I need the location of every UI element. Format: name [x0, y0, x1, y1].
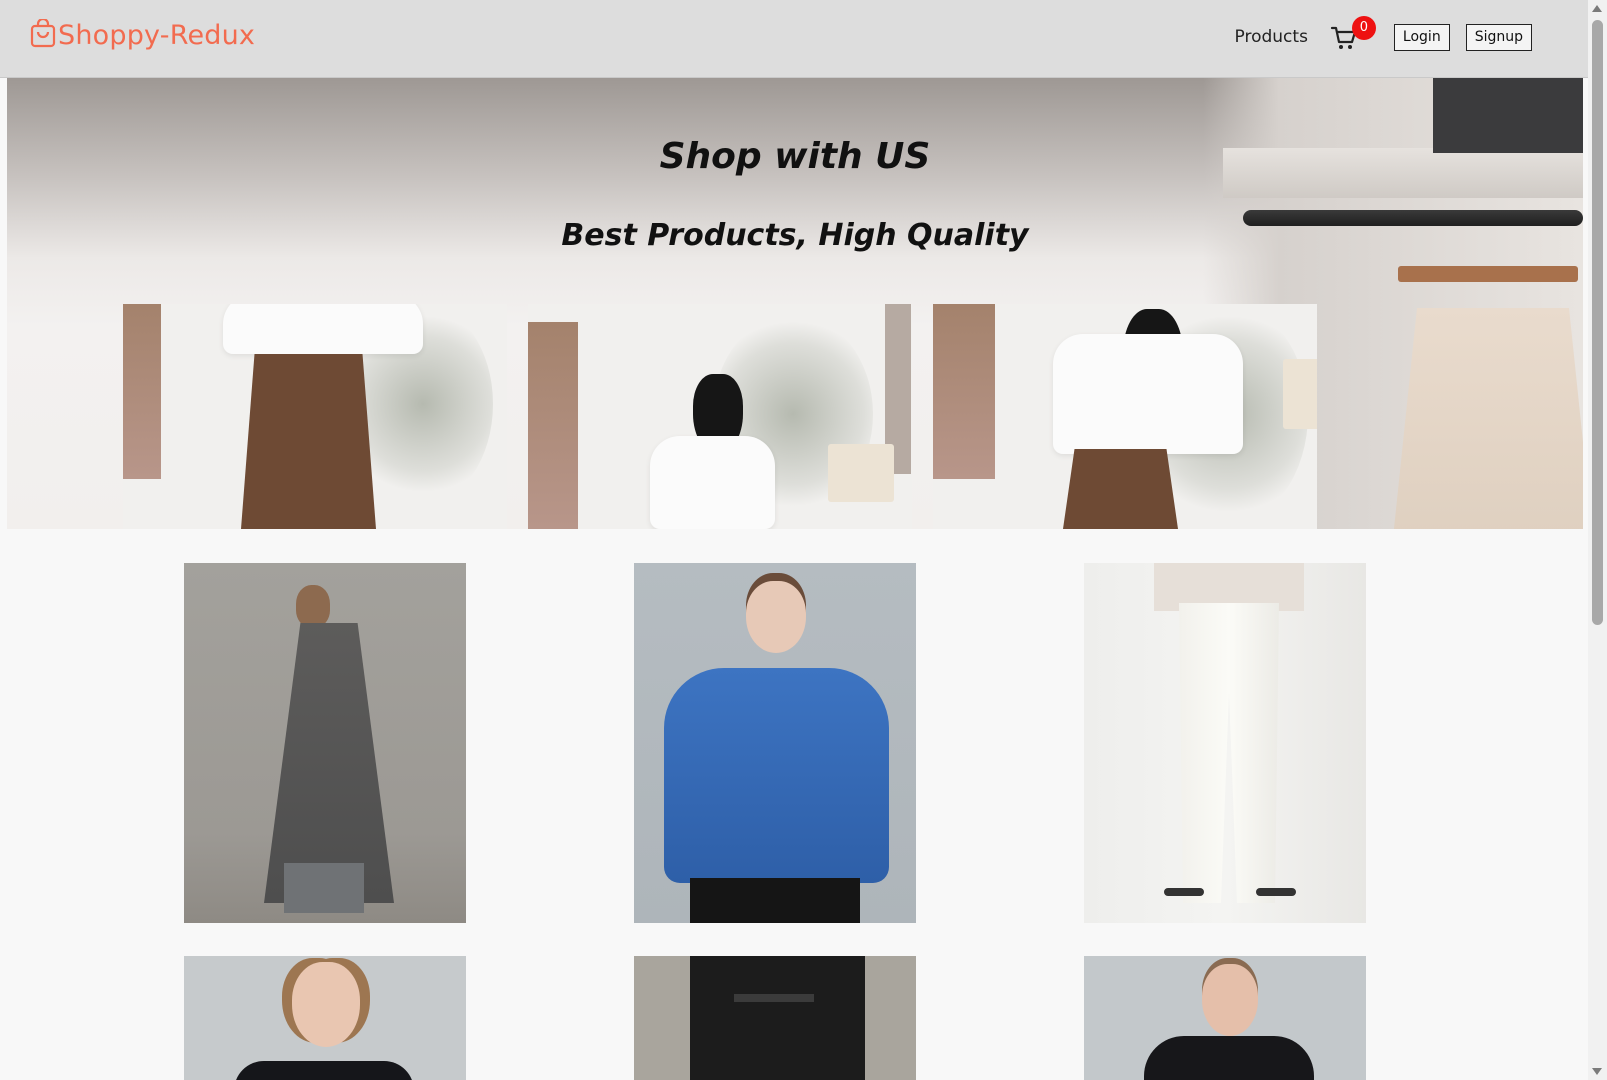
- product-card-image[interactable]: [184, 563, 466, 923]
- login-button[interactable]: Login: [1393, 23, 1450, 51]
- nav-menu: Products 0 Login Signup: [1235, 16, 1532, 52]
- nav-products-link[interactable]: Products: [1235, 27, 1308, 47]
- scroll-down-arrow-icon[interactable]: [1592, 1068, 1602, 1075]
- navbar: Shoppy-Redux Products 0 Login Signup: [0, 0, 1588, 78]
- page-scrollbar[interactable]: [1588, 0, 1607, 1080]
- hero-banner: Shop with US Best Products, High Quality: [7, 78, 1583, 529]
- product-card-image[interactable]: [1084, 563, 1366, 923]
- scroll-up-arrow-icon[interactable]: [1592, 5, 1602, 12]
- shopping-bag-icon: [30, 19, 56, 48]
- cart-button[interactable]: 0: [1330, 16, 1376, 52]
- product-card-image[interactable]: [184, 956, 466, 1080]
- hero-image-3: [933, 304, 1317, 529]
- scroll-thumb[interactable]: [1592, 20, 1603, 625]
- hero-subtitle: Best Products, High Quality: [561, 218, 1029, 253]
- hero-image-2: [528, 304, 912, 529]
- hero-image-1: [123, 304, 507, 529]
- product-card-image[interactable]: [634, 956, 916, 1080]
- product-card-image[interactable]: [1084, 956, 1366, 1080]
- brand-name: Shoppy-Redux: [58, 20, 256, 51]
- cart-count-badge: 0: [1351, 16, 1376, 40]
- hero-title: Shop with US: [659, 136, 931, 177]
- signup-button[interactable]: Signup: [1465, 23, 1532, 51]
- brand-link[interactable]: Shoppy-Redux: [30, 18, 255, 54]
- product-card-image[interactable]: [634, 563, 916, 923]
